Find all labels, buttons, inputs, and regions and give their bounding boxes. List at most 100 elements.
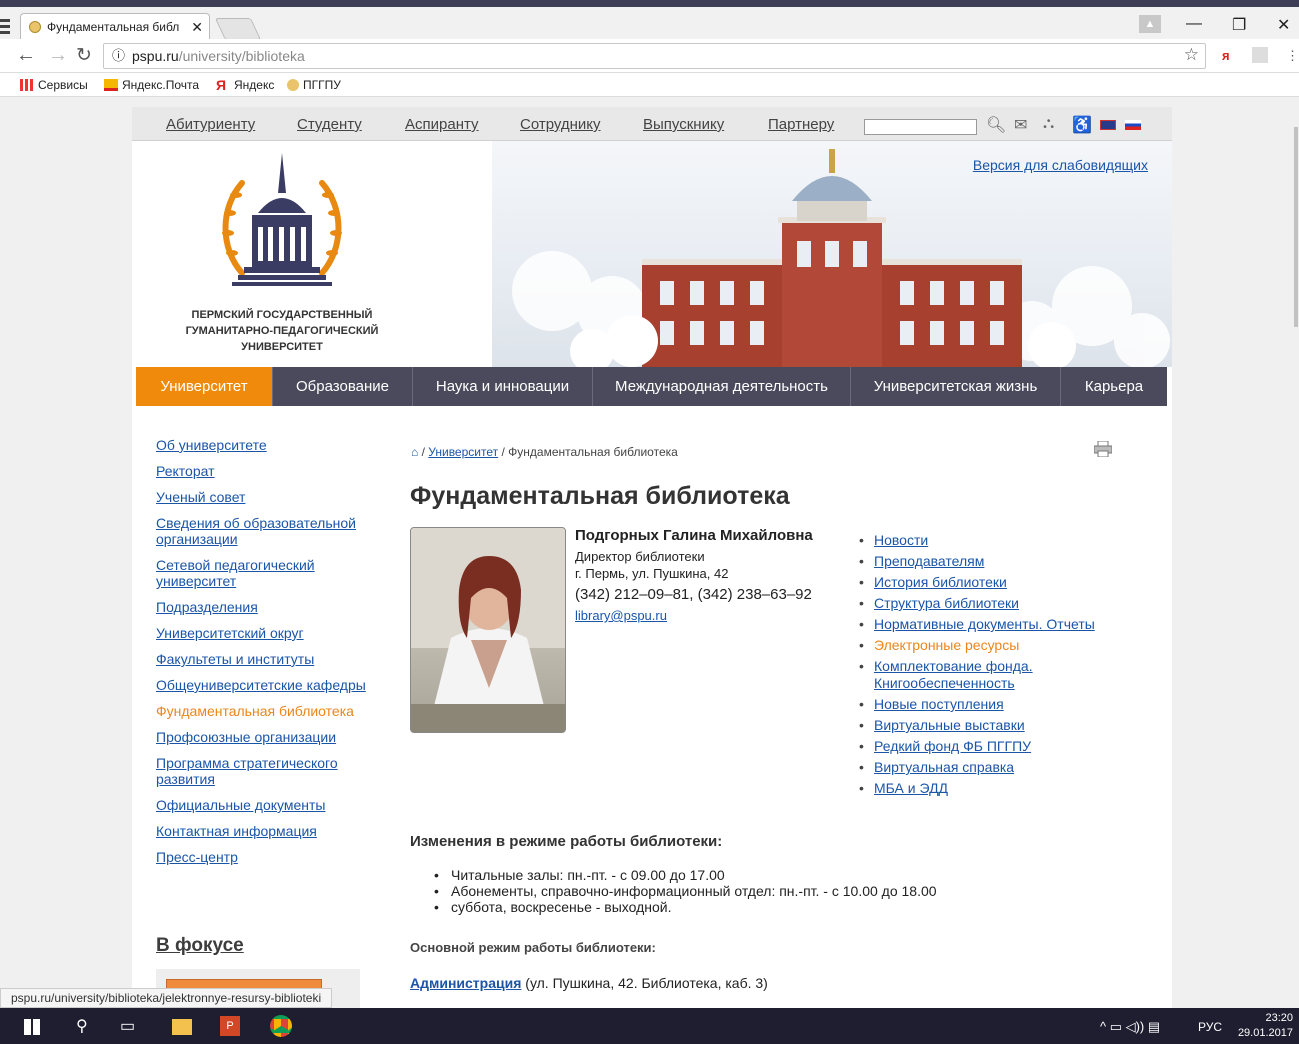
sidebar-item-academic-council[interactable]: Ученый совет xyxy=(156,489,366,505)
clock[interactable]: 23:20 29.01.2017 xyxy=(1238,1011,1293,1041)
bookmark-yandex-mail[interactable]: Яндекс.Почта xyxy=(104,78,199,92)
site-search-input[interactable] xyxy=(864,119,977,135)
library-link-news[interactable]: Новости xyxy=(874,532,928,548)
library-link-interlibrary[interactable]: МБА и ЭДД xyxy=(874,780,948,796)
audience-link-employee[interactable]: Сотруднику xyxy=(520,116,601,133)
bookmark-yandex[interactable]: Я Яндекс xyxy=(216,78,274,92)
sidebar-item-faculties[interactable]: Факультеты и институты xyxy=(156,651,366,667)
browser-tab[interactable]: Фундаментальная библ ✕ xyxy=(20,13,210,40)
audience-link-student[interactable]: Студенту xyxy=(297,116,362,133)
in-focus-heading[interactable]: В фокусе xyxy=(156,935,244,957)
library-link-structure[interactable]: Структура библиотеки xyxy=(874,595,1019,611)
sidebar-item-org-info[interactable]: Сведения об образовательной организации xyxy=(156,515,366,547)
main-nav-career[interactable]: Карьера xyxy=(1061,367,1167,406)
back-icon[interactable]: ← xyxy=(16,44,36,67)
search-icon[interactable]: ⚲ xyxy=(76,1016,88,1036)
breadcrumb-university[interactable]: Университет xyxy=(428,445,498,459)
russian-flag-icon[interactable] xyxy=(1125,120,1141,130)
profile-icon[interactable]: ▲ xyxy=(1139,15,1161,33)
reload-icon[interactable]: ↻ xyxy=(76,44,92,67)
list-item: Редкий фонд ФБ ПГГПУ xyxy=(857,738,1095,755)
list-item: Структура библиотеки xyxy=(857,595,1095,612)
library-link-history[interactable]: История библиотеки xyxy=(874,574,1007,590)
task-view-icon[interactable]: ▭ xyxy=(120,1016,135,1036)
sidebar-item-strategy[interactable]: Программа стратегического развития xyxy=(156,755,366,787)
sidebar-item-press[interactable]: Пресс-центр xyxy=(156,849,366,865)
home-icon[interactable]: ⌂ xyxy=(411,445,418,459)
audience-link-postgrad[interactable]: Аспиранту xyxy=(405,116,479,133)
director-email-link[interactable]: library@pspu.ru xyxy=(575,608,667,623)
site-info-icon[interactable]: ⓘ xyxy=(112,44,125,68)
library-link-virtual-exhibitions[interactable]: Виртуальные выставки xyxy=(874,717,1025,733)
sidebar-item-about[interactable]: Об университете xyxy=(156,437,366,453)
restore-icon[interactable]: ❐ xyxy=(1232,15,1246,35)
yandex-extension-icon[interactable]: я xyxy=(1222,48,1230,63)
sitemap-icon[interactable]: ⛬ xyxy=(1043,115,1054,133)
sidebar-item-library[interactable]: Фундаментальная библиотека xyxy=(156,703,366,719)
list-item: История библиотеки xyxy=(857,574,1095,591)
sidebar-item-network-university[interactable]: Сетевой педагогический университет xyxy=(156,557,366,589)
chrome-taskbar-icon[interactable] xyxy=(270,1015,292,1037)
print-icon[interactable] xyxy=(1094,441,1112,457)
search-icon[interactable]: 🔍︎ xyxy=(986,115,1006,135)
forward-icon[interactable]: → xyxy=(48,44,68,67)
sidebar-item-contacts[interactable]: Контактная информация xyxy=(156,823,366,839)
library-link-new-arrivals[interactable]: Новые поступления xyxy=(874,696,1004,712)
clock-date: 29.01.2017 xyxy=(1237,1027,1293,1039)
admin-link[interactable]: Администрация xyxy=(410,975,521,991)
close-window-icon[interactable]: ✕ xyxy=(1277,15,1290,35)
director-address: г. Пермь, ул. Пушкина, 42 xyxy=(575,566,729,581)
main-nav-student-life[interactable]: Университетская жизнь xyxy=(851,367,1061,406)
main-nav-education[interactable]: Образование xyxy=(273,367,413,406)
library-link-rare-fund[interactable]: Редкий фонд ФБ ПГГПУ xyxy=(874,738,1031,754)
accessibility-icon[interactable]: ♿ xyxy=(1072,115,1092,135)
sidebar-item-departments[interactable]: Общеуниверситетские кафедры xyxy=(156,677,366,693)
sidebar-item-district[interactable]: Университетский округ xyxy=(156,625,366,641)
main-nav-university[interactable]: Университет xyxy=(136,367,273,406)
sidebar-item-documents[interactable]: Официальные документы xyxy=(156,797,366,813)
sidebar-item-divisions[interactable]: Подразделения xyxy=(156,599,366,615)
logo-line: ГУМАНИТАРНО-ПЕДАГОГИЧЕСКИЙ xyxy=(185,325,379,337)
breadcrumb-separator: / xyxy=(421,445,425,459)
new-tab-button[interactable] xyxy=(214,18,262,40)
tab-close-icon[interactable]: ✕ xyxy=(191,14,203,40)
pdf-extension-icon[interactable] xyxy=(1252,47,1268,63)
language-indicator[interactable]: РУС xyxy=(1198,1020,1222,1034)
url-input[interactable]: ⓘ pspu.ru/university/biblioteka ☆ xyxy=(103,43,1206,69)
main-nav-science[interactable]: Наука и инновации xyxy=(413,367,593,406)
file-explorer-icon[interactable] xyxy=(172,1019,192,1035)
menu-icon[interactable] xyxy=(0,19,10,37)
main-nav: Университет Образование Наука и инноваци… xyxy=(136,367,1167,406)
audience-link-graduate[interactable]: Выпускнику xyxy=(643,116,724,133)
university-logo[interactable] xyxy=(218,153,346,303)
tray-icons[interactable]: ^ ▭ ◁)) ▤ xyxy=(1100,1019,1160,1035)
list-item: Нормативные документы. Отчеты xyxy=(857,616,1095,633)
library-link-regulations[interactable]: Нормативные документы. Отчеты xyxy=(874,616,1095,632)
bookmark-services[interactable]: Сервисы xyxy=(20,78,88,92)
library-link-teachers[interactable]: Преподавателям xyxy=(874,553,984,569)
url-host: pspu.ru xyxy=(132,48,179,64)
sidebar-item-rectorate[interactable]: Ректорат xyxy=(156,463,366,479)
main-nav-international[interactable]: Международная деятельность xyxy=(593,367,851,406)
minimize-icon[interactable]: — xyxy=(1186,15,1202,33)
list-item: Абонементы, справочно-информационный отд… xyxy=(434,883,937,899)
powerpoint-icon[interactable]: P xyxy=(220,1016,240,1036)
clock-time: 23:20 xyxy=(1265,1012,1293,1024)
audience-link-applicant[interactable]: Абитуриенту xyxy=(166,116,255,133)
chrome-menu-icon[interactable]: ⋮ xyxy=(1286,48,1299,64)
page-scrollbar[interactable] xyxy=(1293,97,1299,1008)
bookmark-star-icon[interactable]: ☆ xyxy=(1184,43,1199,67)
low-vision-link[interactable]: Версия для слабовидящих xyxy=(973,157,1148,173)
library-link-acquisition[interactable]: Комплектование фонда. Книгообеспеченност… xyxy=(874,658,1033,691)
bookmark-pspu[interactable]: ПГГПУ xyxy=(287,78,341,92)
library-link-e-resources[interactable]: Электронные ресурсы xyxy=(874,637,1019,653)
english-flag-icon[interactable] xyxy=(1100,120,1116,130)
library-link-virtual-help[interactable]: Виртуальная справка xyxy=(874,759,1014,775)
list-item: Виртуальные выставки xyxy=(857,717,1095,734)
hours-heading: Изменения в режиме работы библиотеки: xyxy=(410,833,723,850)
mail-icon[interactable]: ✉ xyxy=(1014,115,1027,135)
apps-icon xyxy=(20,79,34,91)
windows-start-icon[interactable] xyxy=(24,1019,40,1035)
sidebar-item-unions[interactable]: Профсоюзные организации xyxy=(156,729,366,745)
audience-link-partner[interactable]: Партнеру xyxy=(768,116,834,133)
